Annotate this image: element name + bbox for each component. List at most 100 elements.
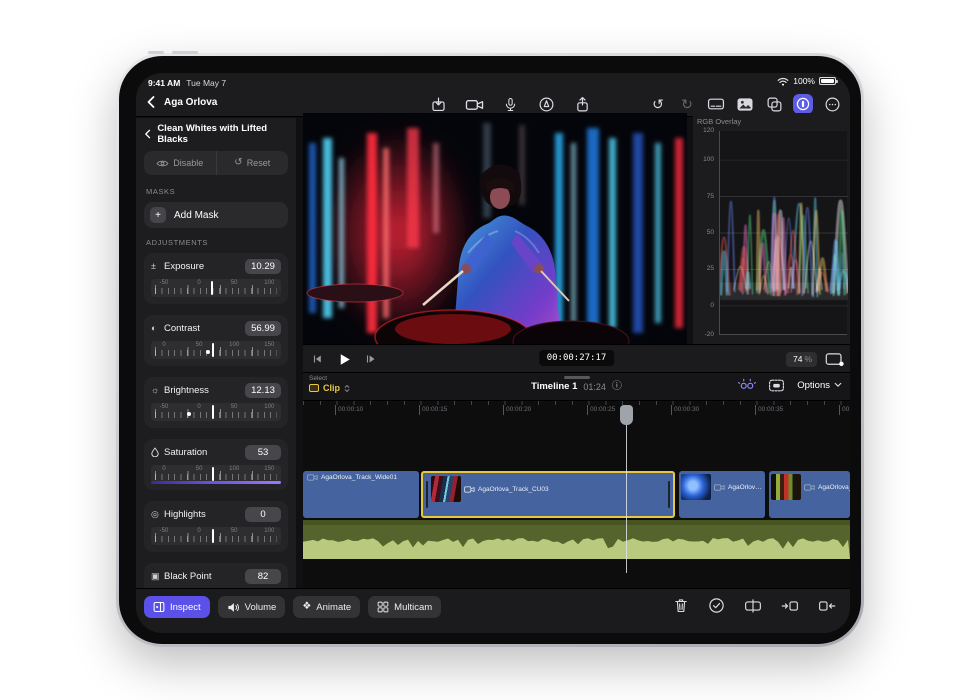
- timecode[interactable]: 00:00:27:17: [539, 350, 615, 366]
- disable-button[interactable]: Disable: [144, 151, 216, 175]
- undo-button[interactable]: ↺: [648, 94, 668, 114]
- bezel: 9:41 AMTue May 7 100% Aga Orlova: [119, 56, 861, 644]
- back-icon[interactable]: [146, 95, 156, 109]
- audio-track[interactable]: [303, 520, 850, 559]
- selector-chevrons-icon: [344, 384, 350, 393]
- inspector-dial-icon: [795, 96, 811, 112]
- multicam-button[interactable]: Multicam: [368, 596, 441, 618]
- contrast-slider[interactable]: 050100150: [151, 341, 281, 359]
- multicam-icon: [377, 601, 389, 613]
- slider-marker[interactable]: [212, 405, 214, 419]
- black-point-icon: ▣: [151, 572, 164, 581]
- exposure-slider[interactable]: -50050100: [151, 279, 281, 297]
- adjustment-value[interactable]: 53: [245, 445, 281, 460]
- adjustment-value[interactable]: 56.99: [245, 321, 281, 336]
- effect-title: Clean Whites with Lifted Blacks: [157, 123, 288, 145]
- step-forward-button[interactable]: [364, 352, 378, 366]
- adjustment-exposure: ±Exposure10.29 -50050100: [144, 253, 288, 304]
- info-icon[interactable]: ⓘ: [612, 382, 622, 392]
- play-button[interactable]: [337, 352, 352, 367]
- clip-wide01[interactable]: AgaOrlova_Track_Wide01: [303, 471, 419, 518]
- clip-connect-icon[interactable]: [738, 378, 756, 392]
- adjustment-label: Saturation: [164, 447, 245, 458]
- volume-button[interactable]: Volume: [218, 596, 286, 618]
- adjustment-label: Black Point: [164, 571, 245, 582]
- playhead-line: [626, 421, 627, 573]
- wifi-icon: [777, 77, 789, 86]
- slider-marker[interactable]: [212, 467, 214, 481]
- timeline-ruler[interactable]: 00:00:10 00:00:15 00:00:20 00:00:25 00:0…: [303, 401, 850, 419]
- approve-button[interactable]: [708, 597, 725, 614]
- draw-icon: [538, 96, 555, 113]
- timeline-header: Select Clip Timeline 1 01:24 ⓘ: [303, 373, 850, 401]
- clip-thumbnail: [771, 474, 801, 500]
- ruler-timestamp: 00:00:40: [839, 405, 850, 415]
- trim-start-button[interactable]: [781, 598, 799, 614]
- draw-button[interactable]: [536, 94, 556, 114]
- inspector-button[interactable]: [793, 94, 813, 114]
- media-button[interactable]: [735, 94, 755, 114]
- step-back-button[interactable]: [311, 352, 325, 366]
- scope-tick: 75: [696, 193, 714, 200]
- rgb-waveform-chart: [719, 131, 847, 335]
- options-button[interactable]: Options: [797, 380, 842, 391]
- reset-label: Reset: [247, 158, 271, 168]
- more-button[interactable]: [822, 94, 842, 114]
- mic-button[interactable]: [500, 94, 520, 114]
- ipad-device: 9:41 AMTue May 7 100% Aga Orlova: [116, 53, 864, 647]
- select-mode-control[interactable]: Select Clip: [309, 375, 350, 393]
- adjustment-label: Exposure: [164, 261, 245, 272]
- clip-4[interactable]: AgaOrlova_Tra…: [769, 471, 850, 518]
- slider-marker[interactable]: [212, 343, 214, 357]
- timeline-drag-handle[interactable]: [564, 376, 590, 379]
- battery-percent: 100%: [793, 76, 815, 86]
- status-bar: 9:41 AMTue May 7 100%: [136, 73, 850, 91]
- inspect-button[interactable]: Inspect: [144, 596, 210, 618]
- animate-button[interactable]: ❖ Animate: [293, 596, 360, 618]
- blade-split-button[interactable]: [744, 598, 762, 614]
- clip-name: AgaOrlova_Track_CU03: [478, 486, 549, 493]
- playhead-handle[interactable]: [620, 405, 633, 425]
- stickers-button[interactable]: [764, 94, 784, 114]
- delete-button[interactable]: [673, 597, 689, 614]
- adjustment-saturation: Saturation53 050100150: [144, 439, 288, 490]
- adjustment-value[interactable]: 12.13: [245, 383, 281, 398]
- saturation-icon: [151, 447, 164, 459]
- highlights-slider[interactable]: -50050100: [151, 527, 281, 545]
- volume-icon: [227, 602, 240, 613]
- panel-back-icon[interactable]: [144, 128, 151, 140]
- adjustment-value[interactable]: 0: [245, 507, 281, 522]
- trim-end-button[interactable]: [818, 598, 836, 614]
- add-mask-button[interactable]: + Add Mask: [144, 202, 288, 228]
- adjustment-value[interactable]: 82: [245, 569, 281, 584]
- clip-cu03-selected[interactable]: AgaOrlova_Track_CU03: [421, 471, 675, 518]
- slider-marker[interactable]: [212, 529, 214, 543]
- video-preview[interactable]: [303, 113, 687, 344]
- picture-in-picture-icon[interactable]: [768, 379, 785, 392]
- share-button[interactable]: [572, 94, 592, 114]
- mic-icon: [503, 96, 518, 113]
- saturation-slider[interactable]: 050100150: [151, 465, 281, 483]
- captions-button[interactable]: [706, 94, 726, 114]
- display-output-icon[interactable]: [825, 352, 844, 367]
- reset-button[interactable]: ↺ Reset: [216, 151, 289, 175]
- animate-icon: ❖: [302, 602, 311, 612]
- adjustment-label: Brightness: [164, 385, 245, 396]
- adjustment-value[interactable]: 10.29: [245, 259, 281, 274]
- clip-name: AgaOrlova_Tra…: [818, 484, 850, 491]
- clip-3[interactable]: AgaOrlov…: [679, 471, 765, 518]
- import-button[interactable]: [428, 94, 448, 114]
- add-mask-label: Add Mask: [174, 210, 218, 221]
- camera-button[interactable]: [464, 94, 484, 114]
- redo-button[interactable]: ↻: [677, 94, 697, 114]
- eye-icon: [156, 159, 169, 168]
- viewer-zoom-level[interactable]: 74%: [786, 352, 817, 367]
- timeline-title[interactable]: Timeline 1: [531, 381, 577, 392]
- brightness-icon: ☼: [151, 386, 164, 395]
- ruler-timestamp: 00:00:35: [755, 405, 783, 415]
- ellipsis-icon: [824, 96, 841, 113]
- adjustment-contrast: ◐Contrast56.99 050100150: [144, 315, 288, 366]
- slider-marker[interactable]: [211, 281, 213, 295]
- video-track: AgaOrlova_Track_Wide01 AgaOrlova_Track_C…: [303, 471, 850, 518]
- brightness-slider[interactable]: -50050100: [151, 403, 281, 421]
